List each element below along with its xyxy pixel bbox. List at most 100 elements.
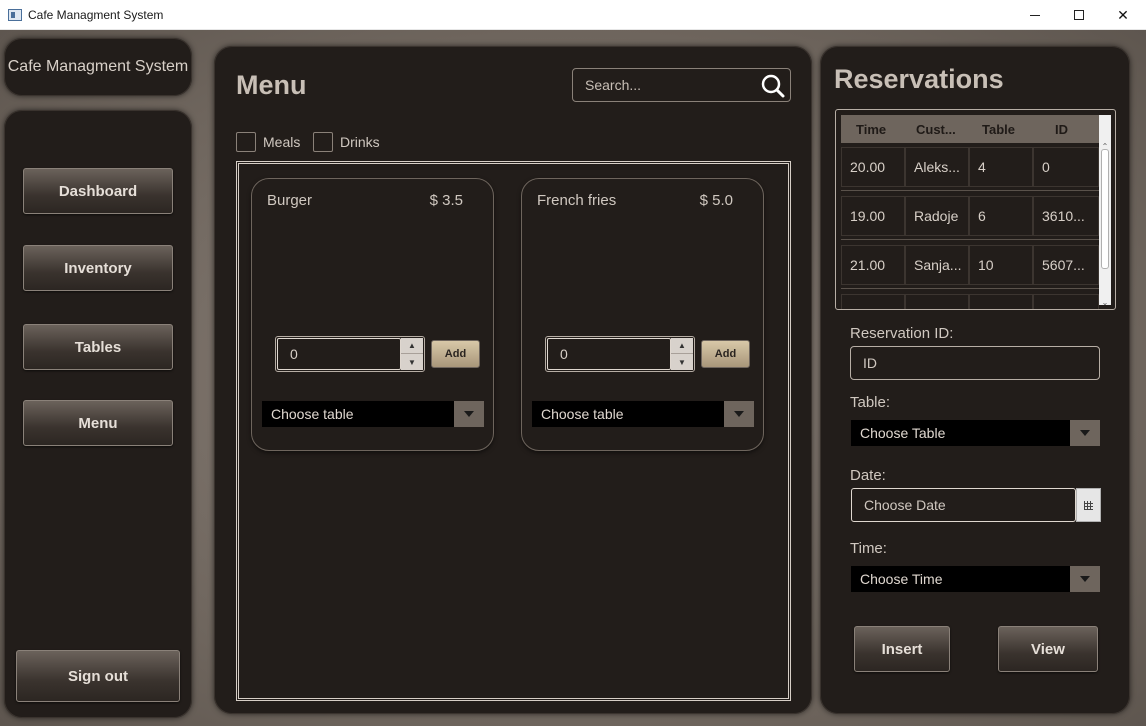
increment-icon[interactable]: ▲ — [401, 338, 423, 354]
minimize-button[interactable] — [1012, 0, 1058, 30]
choose-time-value: Choose Time — [860, 571, 943, 587]
quantity-field[interactable]: 0 — [277, 338, 401, 370]
choose-table-select[interactable]: Choose table — [262, 401, 484, 427]
table-row[interactable] — [841, 290, 1099, 309]
cell-customer: Sanja... — [905, 245, 969, 285]
choose-table-value: Choose table — [271, 406, 354, 422]
choose-time-select[interactable]: Choose Time — [851, 566, 1100, 592]
quantity-stepper[interactable]: 0 ▲ ▼ — [275, 336, 425, 372]
date-field[interactable]: Choose Date — [851, 488, 1076, 522]
sign-out-button[interactable]: Sign out — [16, 650, 180, 702]
cell-time: 21.00 — [841, 245, 905, 285]
chevron-down-icon[interactable] — [1070, 420, 1100, 446]
date-label: Date: — [850, 467, 886, 484]
item-name: Burger — [267, 192, 313, 209]
title-bar: Cafe Managment System ✕ — [0, 0, 1146, 30]
insert-button[interactable]: Insert — [854, 626, 950, 672]
app-icon — [8, 8, 22, 21]
inventory-button[interactable]: Inventory — [23, 245, 173, 291]
app-area: Cafe Managment System Dashboard Inventor… — [0, 30, 1146, 726]
menu-panel: Menu Search... Meals Drinks Burger $ 3.5… — [214, 46, 812, 714]
cell-table: 10 — [969, 245, 1033, 285]
stepper-arrows: ▲ ▼ — [401, 338, 423, 370]
cell-table: 6 — [969, 196, 1033, 236]
choose-table-value: Choose table — [541, 406, 624, 422]
increment-icon[interactable]: ▲ — [671, 338, 693, 354]
choose-table-select[interactable]: Choose table — [532, 401, 754, 427]
search-icon[interactable] — [760, 73, 786, 99]
cell-id: 3610... — [1033, 196, 1099, 236]
table-label: Table: — [850, 394, 891, 411]
item-price: $ 3.5 — [429, 192, 463, 209]
choose-table-select[interactable]: Choose Table — [851, 420, 1100, 446]
chevron-down-icon[interactable] — [724, 401, 754, 427]
chevron-down-icon[interactable] — [1070, 566, 1100, 592]
column-header-customer[interactable]: Cust... — [903, 115, 969, 143]
meals-filter[interactable]: Meals — [236, 132, 300, 152]
item-name: French fries — [537, 192, 617, 209]
drinks-checkbox[interactable] — [313, 132, 333, 152]
meals-checkbox[interactable] — [236, 132, 256, 152]
add-button[interactable]: Add — [431, 340, 480, 368]
drinks-filter[interactable]: Drinks — [313, 132, 380, 152]
column-header-id[interactable]: ID — [1035, 115, 1099, 143]
menu-item-card: Burger $ 3.5 0 ▲ ▼ Add Choose table — [251, 178, 494, 451]
window-title: Cafe Managment System — [28, 7, 164, 22]
scrollbar-thumb[interactable] — [1101, 149, 1109, 269]
scroll-down-icon[interactable]: ⌄ — [1099, 297, 1111, 309]
brand-panel: Cafe Managment System — [4, 38, 192, 96]
maximize-button[interactable] — [1056, 0, 1102, 30]
search-input[interactable]: Search... — [572, 68, 791, 102]
menu-button[interactable]: Menu — [23, 400, 173, 446]
add-button[interactable]: Add — [701, 340, 750, 368]
drinks-label: Drinks — [340, 134, 380, 150]
table-header: Time Cust... Table ID — [841, 115, 1099, 143]
minimize-icon — [1030, 14, 1040, 16]
quantity-field[interactable]: 0 — [547, 338, 671, 370]
sidebar: Dashboard Inventory Tables Menu Sign out — [4, 110, 192, 718]
cell-customer: Aleks... — [905, 147, 969, 187]
table-row[interactable]: 20.00 Aleks... 4 0 — [841, 143, 1099, 191]
date-placeholder: Choose Date — [864, 497, 946, 513]
close-button[interactable]: ✕ — [1100, 0, 1146, 30]
choose-table-value: Choose Table — [860, 425, 946, 441]
menu-items-grid: Burger $ 3.5 0 ▲ ▼ Add Choose table Fren… — [236, 161, 791, 701]
meals-label: Meals — [263, 134, 301, 150]
date-picker[interactable]: Choose Date — [851, 488, 1101, 522]
table-row[interactable]: 19.00 Radoje 6 3610... — [841, 192, 1099, 240]
tables-button[interactable]: Tables — [23, 324, 173, 370]
column-header-time[interactable]: Time — [841, 115, 903, 143]
search-placeholder: Search... — [585, 77, 642, 93]
close-icon: ✕ — [1117, 6, 1129, 23]
calendar-button[interactable] — [1076, 488, 1101, 522]
cell-time: 19.00 — [841, 196, 905, 236]
calendar-icon — [1084, 500, 1093, 510]
menu-title: Menu — [236, 70, 307, 100]
cell-id: 0 — [1033, 147, 1099, 187]
decrement-icon[interactable]: ▼ — [671, 354, 693, 370]
stepper-arrows: ▲ ▼ — [671, 338, 693, 370]
cell-table: 4 — [969, 147, 1033, 187]
chevron-down-icon[interactable] — [454, 401, 484, 427]
cell-id — [1033, 294, 1099, 309]
reservation-id-label: Reservation ID: — [850, 325, 954, 342]
maximize-icon — [1074, 10, 1084, 20]
cell-time: 20.00 — [841, 147, 905, 187]
cell-table — [969, 294, 1033, 309]
reservations-table[interactable]: Time Cust... Table ID 20.00 Aleks... 4 0… — [835, 109, 1116, 310]
quantity-stepper[interactable]: 0 ▲ ▼ — [545, 336, 695, 372]
brand-title: Cafe Managment System — [7, 58, 189, 75]
cell-customer: Radoje — [905, 196, 969, 236]
table-row[interactable]: 21.00 Sanja... 10 5607... — [841, 241, 1099, 289]
view-button[interactable]: View — [998, 626, 1098, 672]
time-label: Time: — [850, 540, 887, 557]
decrement-icon[interactable]: ▼ — [401, 354, 423, 370]
reservation-id-field[interactable]: ID — [850, 346, 1100, 380]
dashboard-button[interactable]: Dashboard — [23, 168, 173, 214]
reservations-panel: Reservations Time Cust... Table ID 20.00… — [820, 46, 1130, 714]
item-price: $ 5.0 — [699, 192, 733, 209]
menu-item-card: French fries $ 5.0 0 ▲ ▼ Add Choose tabl… — [521, 178, 764, 451]
reservations-title: Reservations — [834, 64, 1004, 94]
table-scrollbar[interactable]: ⌃ ⌄ — [1099, 115, 1111, 307]
column-header-table[interactable]: Table — [969, 115, 1035, 143]
